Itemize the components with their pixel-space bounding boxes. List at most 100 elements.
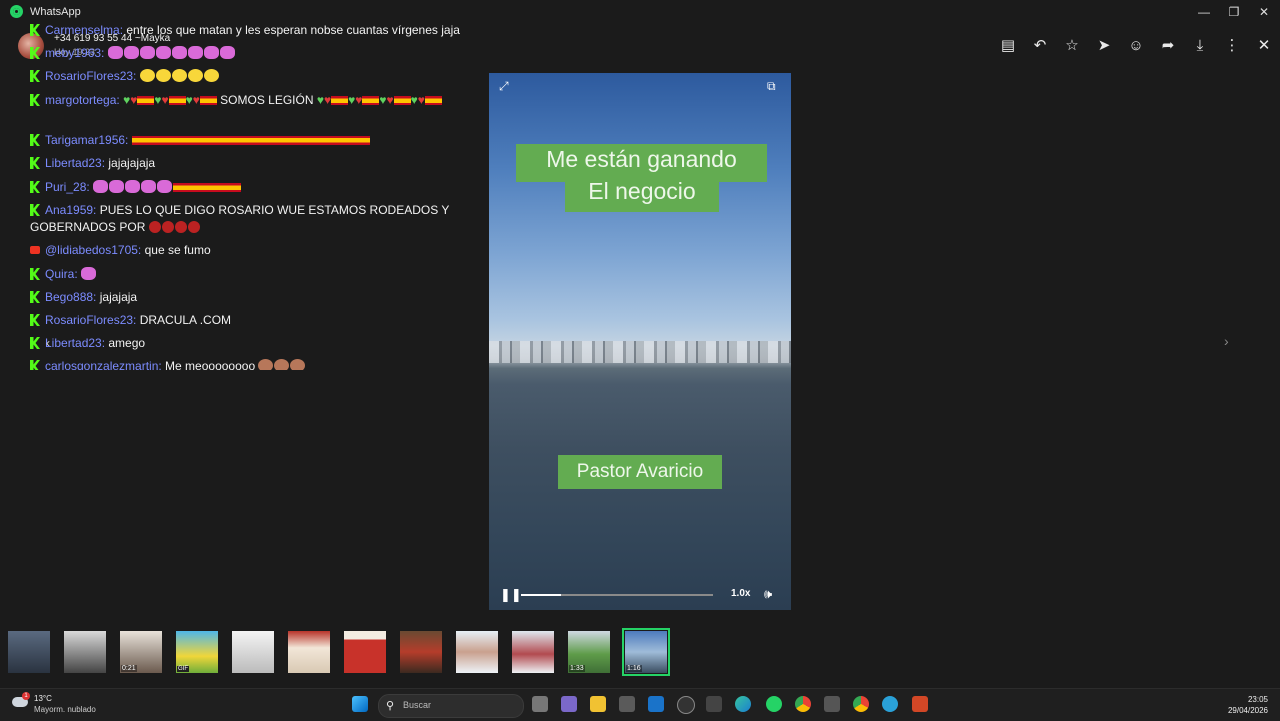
chat-username: Ana1959: <box>45 203 97 217</box>
more-options-icon[interactable]: ⋮ <box>1220 34 1244 58</box>
kick-icon <box>30 337 40 349</box>
file-explorer-icon[interactable] <box>590 696 606 712</box>
thumbnail[interactable]: 1:33 <box>568 631 610 673</box>
chat-username: RosarioFlores23: <box>45 69 137 83</box>
reply-icon[interactable]: ↶ <box>1028 34 1052 58</box>
kick-icon <box>30 268 40 280</box>
chat-message: RosarioFlores23: <box>30 68 488 85</box>
video-progress-bar[interactable] <box>521 594 713 596</box>
close-window-button[interactable]: ✕ <box>1249 2 1279 22</box>
close-viewer-icon[interactable]: ✕ <box>1252 34 1276 58</box>
kick-icon <box>30 360 40 370</box>
thumbnail[interactable] <box>400 631 442 673</box>
thumbnail[interactable] <box>8 631 50 673</box>
outlook-icon[interactable] <box>648 696 664 712</box>
kick-icon <box>30 157 40 169</box>
chat-username: Tarigamar1956: <box>45 133 129 147</box>
app-icon[interactable] <box>706 696 722 712</box>
whatsapp-icon <box>10 5 23 18</box>
thumbnail-gif-badge: GIF <box>177 666 189 672</box>
emoji-row: ♥♥ ♥♥ ♥♥ <box>123 93 217 107</box>
previous-arrow-icon[interactable]: ‹ <box>46 336 50 350</box>
chat-text: Me meoooooooo <box>161 359 256 370</box>
chat-username: @lidiabedos1705: <box>45 243 142 257</box>
chat-message: meby1963: <box>30 45 488 62</box>
emoji-row: ♥♥ ♥♥ ♥♥ ♥♥ <box>317 93 442 107</box>
weather-badge: 1 <box>22 692 30 700</box>
emoji-row <box>139 69 220 83</box>
taskbar-search[interactable]: ⚲ Buscar <box>378 694 524 718</box>
kick-icon <box>30 94 40 106</box>
fullscreen-icon[interactable]: ⤢ <box>499 79 509 94</box>
next-arrow-icon[interactable]: › <box>1224 333 1229 349</box>
task-view-icon[interactable] <box>532 696 548 712</box>
chat-username: RosarioFlores23: <box>45 313 137 327</box>
download-icon[interactable]: ⤓ <box>1188 34 1212 58</box>
thumbnail[interactable] <box>344 631 386 673</box>
app-icon[interactable] <box>677 696 695 714</box>
whatsapp-taskbar-icon[interactable] <box>766 696 782 712</box>
thumbnail[interactable] <box>64 631 106 673</box>
taskbar: 1 13°C Mayorm. nublado ⚲ Buscar 23:05 29… <box>0 688 1280 721</box>
emoji-row <box>107 46 236 60</box>
chrome-icon[interactable] <box>853 696 869 712</box>
chat-message: Puri_28: <box>30 179 488 196</box>
chrome-icon[interactable] <box>795 696 811 712</box>
thumbnail-duration: 1:16 <box>626 665 642 672</box>
emoji-icon[interactable]: ☺ <box>1124 34 1148 58</box>
system-clock[interactable]: 23:05 29/04/2026 <box>1228 694 1268 716</box>
pin-icon[interactable]: ➤ <box>1092 34 1116 58</box>
kick-icon <box>30 291 40 303</box>
minimize-button[interactable]: — <box>1189 2 1219 22</box>
chat-text: SOMOS LEGIÓN <box>216 93 314 107</box>
youtube-icon <box>30 246 40 254</box>
chat-username: Bego888: <box>45 290 97 304</box>
video-player[interactable]: ⤢ ⧉ Me están ganando El negocio Pastor A… <box>489 73 791 610</box>
telegram-icon[interactable] <box>882 696 898 712</box>
thumbnail[interactable] <box>288 631 330 673</box>
star-icon[interactable]: ☆ <box>1060 34 1084 58</box>
playback-speed-button[interactable]: 1.0x <box>731 588 750 599</box>
chat-message: Tarigamar1956: <box>30 132 488 149</box>
viewer-toolbar: ▤ ↶ ☆ ➤ ☺ ➦ ⤓ ⋮ ✕ <box>996 34 1270 58</box>
thumbnail[interactable] <box>232 631 274 673</box>
video-caption-line2: El negocio <box>565 176 719 212</box>
teams-icon[interactable] <box>561 696 577 712</box>
chat-message: RosarioFlores23: DRACULA .COM <box>30 312 488 329</box>
window-title: WhatsApp <box>30 6 81 18</box>
powerpoint-icon[interactable] <box>912 696 928 712</box>
video-progress-fill <box>521 594 562 596</box>
kick-icon <box>30 134 40 146</box>
thumbnail[interactable] <box>456 631 498 673</box>
volume-icon[interactable]: 🕪 <box>764 586 772 602</box>
maximize-button[interactable]: ❐ <box>1219 2 1249 22</box>
clock-date: 29/04/2026 <box>1227 706 1268 715</box>
windows-start-icon[interactable] <box>352 696 368 712</box>
kick-icon <box>30 24 40 36</box>
pause-icon[interactable]: ❚❚ <box>500 587 522 603</box>
thumbnail[interactable]: 0:21 <box>120 631 162 673</box>
chat-message: @lidiabedos1705: que se fumo <box>30 242 488 259</box>
search-placeholder: Buscar <box>403 700 432 710</box>
caption-icon[interactable]: ▤ <box>996 34 1020 58</box>
forward-icon[interactable]: ➦ <box>1156 34 1180 58</box>
thumbnail[interactable] <box>512 631 554 673</box>
chat-text: jajajaja <box>96 290 138 304</box>
thumbnail-duration: 1:33 <box>569 665 585 672</box>
flag-emoji-row <box>131 136 370 145</box>
kick-icon <box>30 47 40 59</box>
chat-message: Carmenselma: entre los que matan y les e… <box>30 22 488 39</box>
chat-username: Carmenselma: <box>45 23 124 37</box>
thumbnail[interactable]: GIF <box>176 631 218 673</box>
kick-icon <box>30 204 40 216</box>
edge-icon[interactable] <box>735 696 751 712</box>
weather-description[interactable]: Mayorm. nublado <box>34 705 96 714</box>
title-bar: WhatsApp — ❐ ✕ <box>0 0 1280 24</box>
thumbnail-selected[interactable]: 1:16 <box>622 628 670 676</box>
store-icon[interactable] <box>619 696 635 712</box>
app-icon[interactable] <box>824 696 840 712</box>
chat-message: carlosgonzalezmartin: Me meoooooooo <box>30 358 488 370</box>
media-thumbnail-strip: 0:21 GIF 1:33 1:16 <box>8 628 678 676</box>
weather-temperature[interactable]: 13°C <box>34 694 52 703</box>
popout-icon[interactable]: ⧉ <box>767 79 776 94</box>
